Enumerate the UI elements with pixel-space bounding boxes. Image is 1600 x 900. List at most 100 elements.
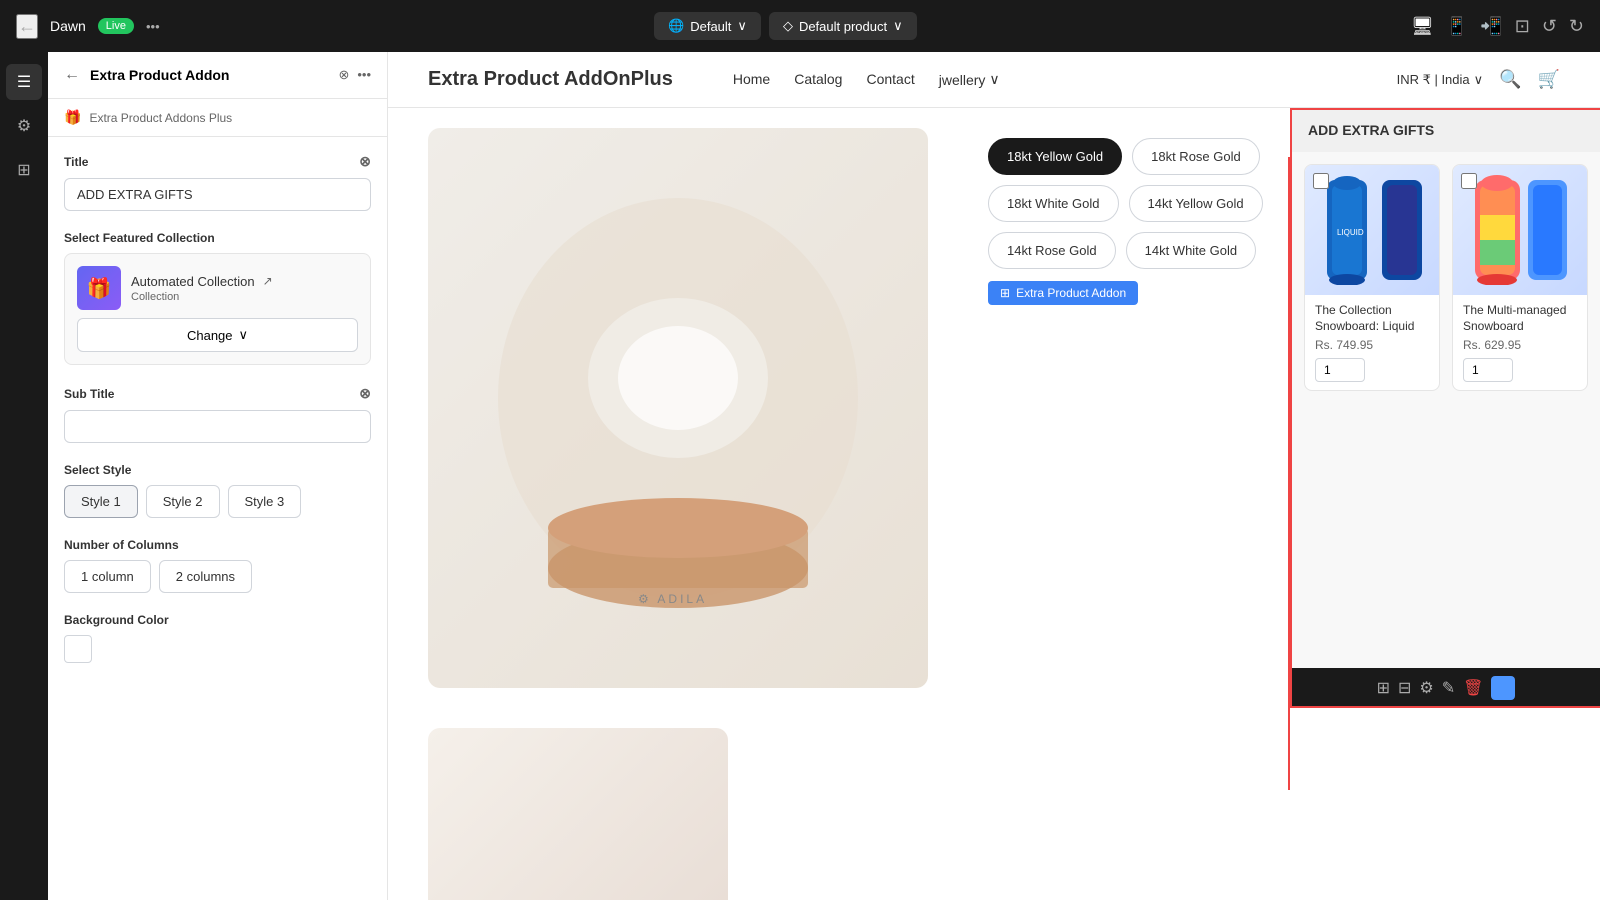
more-button[interactable]: ••• xyxy=(146,19,160,34)
redo-button[interactable]: ↻ xyxy=(1569,16,1584,37)
1-column-button[interactable]: 1 column xyxy=(64,560,151,593)
style-3-button[interactable]: Style 3 xyxy=(228,485,302,518)
product-image: ⚙ ADILA xyxy=(428,128,928,688)
database-icon[interactable]: ⊗ xyxy=(338,67,349,83)
snowboard-1b-svg xyxy=(1377,175,1427,285)
addon-product-1-price: Rs. 749.95 xyxy=(1315,338,1429,352)
addon-badge[interactable]: ⊞ Extra Product Addon xyxy=(988,281,1138,305)
addon-badge-label: Extra Product Addon xyxy=(1016,286,1126,300)
svg-text:LIQUID: LIQUID xyxy=(1337,228,1364,237)
cart-button[interactable]: 🛒 xyxy=(1538,69,1560,90)
bg-color-section: Background Color xyxy=(64,613,371,663)
second-product-row xyxy=(388,708,1600,900)
addon-product-1-name: The Collection Snowboard: Liquid xyxy=(1315,303,1429,334)
title-input[interactable] xyxy=(64,178,371,211)
variant-18kt-yellow[interactable]: 18kt Yellow Gold xyxy=(988,138,1122,175)
addon-product-2-checkbox[interactable] xyxy=(1461,173,1477,189)
2-columns-button[interactable]: 2 columns xyxy=(159,560,252,593)
title-db-icon[interactable]: ⊗ xyxy=(359,153,371,170)
subtitle-db-icon[interactable]: ⊗ xyxy=(359,385,371,402)
collection-label: Select Featured Collection xyxy=(64,231,371,245)
subtitle-section: Sub Title ⊗ xyxy=(64,385,371,443)
theme-dropdown-label: Default xyxy=(690,19,731,34)
change-collection-button[interactable]: Change ∨ xyxy=(77,318,358,352)
nav-catalog[interactable]: Catalog xyxy=(794,71,842,88)
top-bar-right: 🖥 📱 📲 ⊡ ↺ ↻ xyxy=(1411,16,1584,37)
addon-product-1-info: The Collection Snowboard: Liquid Rs. 749… xyxy=(1305,295,1439,390)
addon-badge-area: ⊞ Extra Product Addon xyxy=(988,281,1270,305)
variant-18kt-rose[interactable]: 18kt Rose Gold xyxy=(1132,138,1260,175)
addon-products-grid: LIQUID The Collection Snowb xyxy=(1292,152,1600,403)
svg-text:⚙ ADILA: ⚙ ADILA xyxy=(638,592,707,606)
variant-18kt-white[interactable]: 18kt White Gold xyxy=(988,185,1119,222)
change-chevron: ∨ xyxy=(239,327,249,343)
addon-icon: 🎁 xyxy=(64,109,81,126)
collection-external-link[interactable]: ↗ xyxy=(263,274,273,288)
snowboard-2-svg xyxy=(1470,175,1525,285)
settings-back-button[interactable]: ← xyxy=(64,66,80,84)
settings-more-icon[interactable]: ••• xyxy=(357,67,371,83)
settings-panel: ← Extra Product Addon ⊗ ••• 🎁 Extra Prod… xyxy=(48,52,388,900)
currency-selector[interactable]: INR ₹ | India ∨ xyxy=(1397,72,1484,88)
collection-type: Collection xyxy=(131,291,273,303)
main-layout: ☰ ⚙ ⊞ ← Extra Product Addon ⊗ ••• 🎁 Extr… xyxy=(0,52,1600,900)
toolbar-delete[interactable]: 🗑 xyxy=(1463,678,1483,698)
style-label: Select Style xyxy=(64,463,371,477)
search-button[interactable]: 🔍 xyxy=(1499,69,1521,90)
addon-product-1: LIQUID The Collection Snowb xyxy=(1304,164,1440,391)
theme-dropdown[interactable]: 🌐 Default ∨ xyxy=(654,12,761,40)
other-view-button[interactable]: ⊡ xyxy=(1515,16,1530,37)
change-label: Change xyxy=(187,328,233,343)
settings-icon-button[interactable]: ⚙ xyxy=(6,108,42,144)
collection-info: Automated Collection ↗ Collection xyxy=(131,274,273,303)
variant-14kt-white[interactable]: 14kt White Gold xyxy=(1126,232,1257,269)
product-dropdown[interactable]: ◇ Default product ∨ xyxy=(769,12,917,40)
snowboard-1-svg: LIQUID xyxy=(1317,175,1377,285)
toolbar-btn-1[interactable]: ⊞ xyxy=(1377,678,1390,698)
variant-14kt-yellow[interactable]: 14kt Yellow Gold xyxy=(1129,185,1263,222)
subtitle-input[interactable] xyxy=(64,410,371,443)
mobile-view-button[interactable]: 📲 xyxy=(1480,16,1502,37)
top-bar: ← Dawn Live ••• 🌐 Default ∨ ◇ Default pr… xyxy=(0,0,1600,52)
product-dropdown-label: Default product xyxy=(799,19,887,34)
sections-icon-button[interactable]: ☰ xyxy=(6,64,42,100)
toolbar-btn-2[interactable]: ⊟ xyxy=(1398,678,1411,698)
style-1-button[interactable]: Style 1 xyxy=(64,485,138,518)
store-nav: Home Catalog Contact jwellery ∨ xyxy=(733,71,1397,88)
addon-product-2-name: The Multi-managed Snowboard xyxy=(1463,303,1577,334)
addon-product-1-qty[interactable] xyxy=(1315,358,1365,382)
collection-item: 🎁 Automated Collection ↗ Collection xyxy=(77,266,358,310)
red-bottom-border xyxy=(1290,706,1600,708)
collection-section: Select Featured Collection 🎁 Automated C… xyxy=(64,231,371,365)
product-variants: 18kt Yellow Gold 18kt Rose Gold 18kt Whi… xyxy=(968,108,1290,708)
nav-chevron: ∨ xyxy=(989,71,999,88)
title-section: Title ⊗ xyxy=(64,153,371,211)
nav-jwellery[interactable]: jwellery ∨ xyxy=(939,71,1000,88)
toolbar-btn-4[interactable]: ✎ xyxy=(1442,678,1455,698)
addon-title: ADD EXTRA GIFTS xyxy=(1292,108,1600,152)
undo-button[interactable]: ↺ xyxy=(1542,16,1557,37)
snowboard-2b-svg xyxy=(1525,175,1570,285)
tablet-view-button[interactable]: 📱 xyxy=(1446,16,1468,37)
variant-14kt-rose[interactable]: 14kt Rose Gold xyxy=(988,232,1116,269)
main-content: Extra Product AddOnPlus Home Catalog Con… xyxy=(388,52,1600,900)
addon-product-2-qty[interactable] xyxy=(1463,358,1513,382)
bg-color-picker xyxy=(64,635,371,663)
apps-icon-button[interactable]: ⊞ xyxy=(6,152,42,188)
addon-product-1-checkbox[interactable] xyxy=(1313,173,1329,189)
collection-thumbnail: 🎁 xyxy=(77,266,121,310)
nav-home[interactable]: Home xyxy=(733,71,770,88)
desktop-view-button[interactable]: 🖥 xyxy=(1411,16,1434,37)
style-2-button[interactable]: Style 2 xyxy=(146,485,220,518)
back-button[interactable]: ← xyxy=(16,14,38,39)
sidebar-icons: ☰ ⚙ ⊞ xyxy=(0,52,48,900)
sub-header-label: Extra Product Addons Plus xyxy=(89,111,232,125)
nav-contact[interactable]: Contact xyxy=(866,71,914,88)
addon-product-2-price: Rs. 629.95 xyxy=(1463,338,1577,352)
product-area: ⚙ ADILA 18kt Yellow Gold 18kt Rose Gold … xyxy=(388,108,1600,708)
color-swatch[interactable] xyxy=(64,635,92,663)
toolbar-btn-3[interactable]: ⚙ xyxy=(1419,678,1433,698)
currency-label: INR ₹ | India xyxy=(1397,72,1470,88)
settings-title: Extra Product Addon xyxy=(90,67,328,83)
title-label: Title ⊗ xyxy=(64,153,371,170)
